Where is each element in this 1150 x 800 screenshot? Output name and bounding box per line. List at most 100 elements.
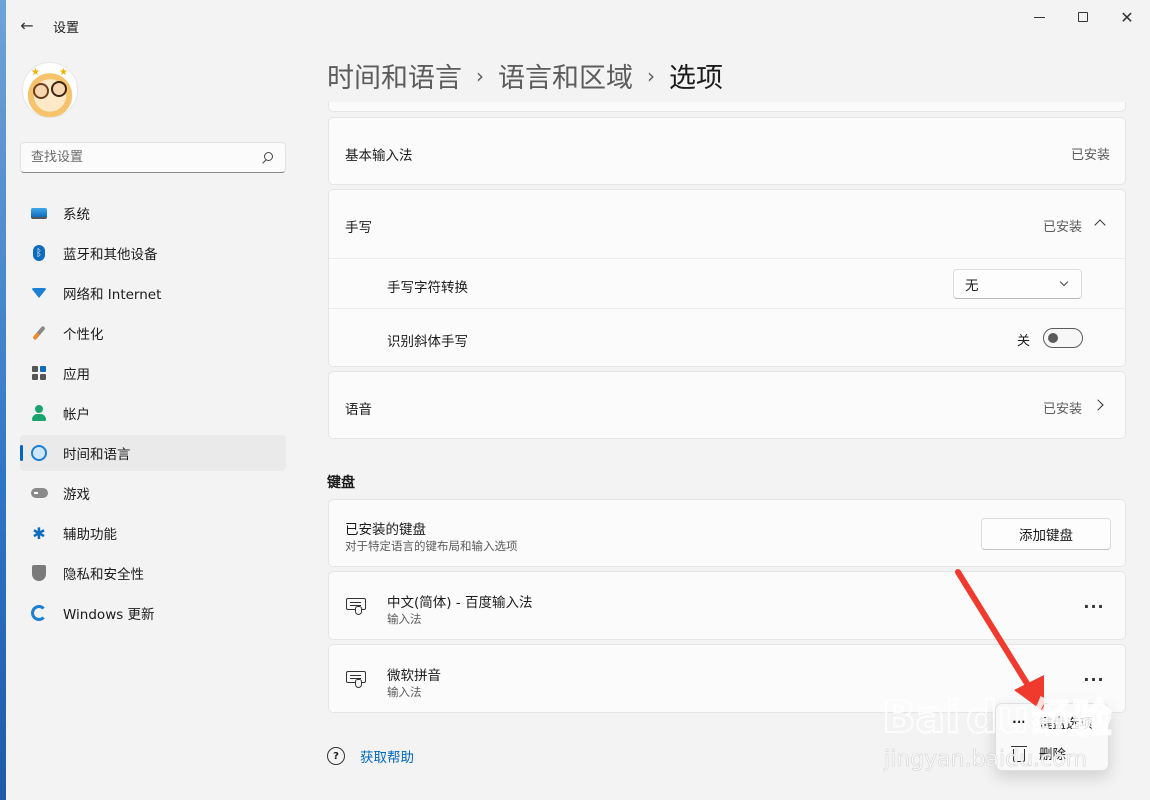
sidebar-item-network[interactable]: 网络和 Internet <box>20 275 286 311</box>
keyboard-type: 输入法 <box>387 685 422 699</box>
installed-keyboards-card: 已安装的键盘 对于特定语言的键布局和输入选项 添加键盘 <box>328 499 1126 567</box>
shield-icon <box>30 564 48 582</box>
trash-icon <box>1011 745 1027 762</box>
avatar[interactable]: ★ ★ <box>22 62 78 118</box>
minimize-icon <box>1033 16 1045 18</box>
avatar-figure <box>51 81 67 97</box>
more-options-button[interactable]: ··· <box>1081 666 1107 692</box>
sidebar-item-label: Windows 更新 <box>63 607 155 623</box>
close-button[interactable]: ✕ <box>1104 4 1150 30</box>
card-partial <box>328 102 1126 112</box>
chevron-up-icon[interactable] <box>1094 219 1106 231</box>
sidebar-item-label: 蓝牙和其他设备 <box>63 247 158 263</box>
time-language-icon <box>30 444 48 462</box>
menu-item-keyboard-options[interactable]: ··· 键盘选项 <box>996 707 1108 737</box>
sidebar-item-windows-update[interactable]: Windows 更新 <box>20 595 286 631</box>
gamepad-icon <box>30 484 48 502</box>
arrow-left-icon: ← <box>20 15 34 35</box>
basic-input-status: 已安装 <box>1070 148 1110 163</box>
avatar-figure <box>33 83 49 99</box>
handwriting-header[interactable]: 手写 已安装 <box>329 190 1125 258</box>
sidebar-item-bluetooth[interactable]: ᛒ 蓝牙和其他设备 <box>20 235 286 271</box>
chevron-right-icon <box>1092 399 1104 411</box>
dropdown-value: 无 <box>965 278 979 294</box>
back-button[interactable]: ← <box>14 12 40 38</box>
italic-label: 识别斜体手写 <box>387 334 468 350</box>
toggle-state-label: 关 <box>1017 334 1031 349</box>
add-keyboard-button[interactable]: 添加键盘 <box>981 518 1111 550</box>
app-title: 设置 <box>53 21 80 36</box>
sidebar-item-label: 时间和语言 <box>63 447 131 463</box>
sidebar-item-label: 游戏 <box>63 487 90 503</box>
help-icon: ? <box>327 747 345 765</box>
search-icon[interactable] <box>261 151 275 165</box>
accessibility-icon: ✱ <box>32 523 46 543</box>
star-icon: ★ <box>59 67 68 78</box>
handwriting-label: 手写 <box>345 220 372 236</box>
sidebar-item-label: 辅助功能 <box>63 527 117 543</box>
keyboard-name: 中文(简体) - 百度输入法 <box>387 595 533 611</box>
breadcrumb-separator: › <box>647 63 655 88</box>
sidebar-item-label: 个性化 <box>63 327 104 343</box>
chevron-down-icon <box>1059 277 1069 287</box>
keyboard-name: 微软拼音 <box>387 668 441 684</box>
keyboard-section-title: 键盘 <box>327 475 355 491</box>
maximize-icon <box>1078 12 1088 22</box>
sidebar-item-system[interactable]: 系统 <box>20 195 286 231</box>
system-icon <box>30 204 48 222</box>
get-help-label: 获取帮助 <box>360 750 414 766</box>
more-dots-icon: ··· <box>1012 715 1026 729</box>
keyboard-type: 输入法 <box>387 612 422 626</box>
menu-item-label: 键盘选项 <box>1039 716 1093 732</box>
handwriting-status: 已安装 <box>1042 220 1082 235</box>
breadcrumb-separator: › <box>476 63 484 88</box>
sidebar-item-personalization[interactable]: 个性化 <box>20 315 286 351</box>
basic-input-label: 基本输入法 <box>345 148 413 164</box>
account-icon <box>30 404 48 422</box>
sidebar-item-apps[interactable]: 应用 <box>20 355 286 391</box>
desktop-edge <box>0 0 6 800</box>
speech-card[interactable]: 语音 已安装 <box>328 371 1126 439</box>
get-help-link[interactable]: ? 获取帮助 <box>327 746 414 766</box>
breadcrumb-language-region[interactable]: 语言和区域 <box>498 56 633 95</box>
page-title: 选项 <box>669 63 723 94</box>
menu-item-label: 删除 <box>1039 747 1066 763</box>
title-bar: ← 设置 ✕ <box>0 0 1150 48</box>
sidebar-item-accounts[interactable]: 帐户 <box>20 395 286 431</box>
breadcrumb-time-language[interactable]: 时间和语言 <box>327 56 462 95</box>
apps-icon <box>30 364 48 382</box>
search-input[interactable] <box>31 150 261 165</box>
search-box[interactable] <box>20 142 286 173</box>
more-options-button[interactable]: ··· <box>1081 593 1107 619</box>
sidebar-item-time-language[interactable]: 时间和语言 <box>20 435 286 471</box>
sidebar-item-label: 系统 <box>63 207 90 223</box>
sidebar-item-gaming[interactable]: 游戏 <box>20 475 286 511</box>
toggle-knob <box>1048 333 1058 343</box>
menu-item-delete[interactable]: 删除 <box>996 738 1108 768</box>
wifi-icon <box>30 284 48 302</box>
sidebar-item-accessibility[interactable]: ✱ 辅助功能 <box>20 515 286 551</box>
installed-keyboards-title: 已安装的键盘 <box>345 522 426 538</box>
sidebar-item-privacy[interactable]: 隐私和安全性 <box>20 555 286 591</box>
sidebar-item-label: 帐户 <box>63 407 90 423</box>
keyboard-icon <box>346 598 368 616</box>
update-icon <box>30 604 48 622</box>
sidebar-item-label: 网络和 Internet <box>63 287 162 303</box>
basic-input-card: 基本输入法 已安装 <box>328 117 1126 185</box>
minimize-button[interactable] <box>1016 4 1062 30</box>
brush-icon <box>30 324 48 342</box>
handwriting-card: 手写 已安装 手写字符转换 无 识别斜体手写 关 <box>328 189 1126 367</box>
installed-keyboards-subtitle: 对于特定语言的键布局和输入选项 <box>345 539 518 553</box>
speech-status: 已安装 <box>1042 402 1082 417</box>
breadcrumb: 时间和语言 › 语言和区域 › 选项 <box>327 56 723 95</box>
italic-row: 识别斜体手写 关 <box>329 308 1125 368</box>
close-icon: ✕ <box>1120 7 1134 27</box>
speech-label: 语音 <box>345 402 372 418</box>
italic-toggle[interactable] <box>1043 328 1083 348</box>
char-conversion-dropdown[interactable]: 无 <box>953 269 1082 299</box>
sidebar-nav: 系统 ᛒ 蓝牙和其他设备 网络和 Internet 个性化 应用 帐户 时间和语… <box>20 195 286 635</box>
char-conversion-label: 手写字符转换 <box>387 280 468 296</box>
maximize-button[interactable] <box>1060 4 1106 30</box>
keyboard-item-baidu: 中文(简体) - 百度输入法 输入法 ··· <box>328 571 1126 640</box>
sidebar-item-label: 隐私和安全性 <box>63 567 144 583</box>
